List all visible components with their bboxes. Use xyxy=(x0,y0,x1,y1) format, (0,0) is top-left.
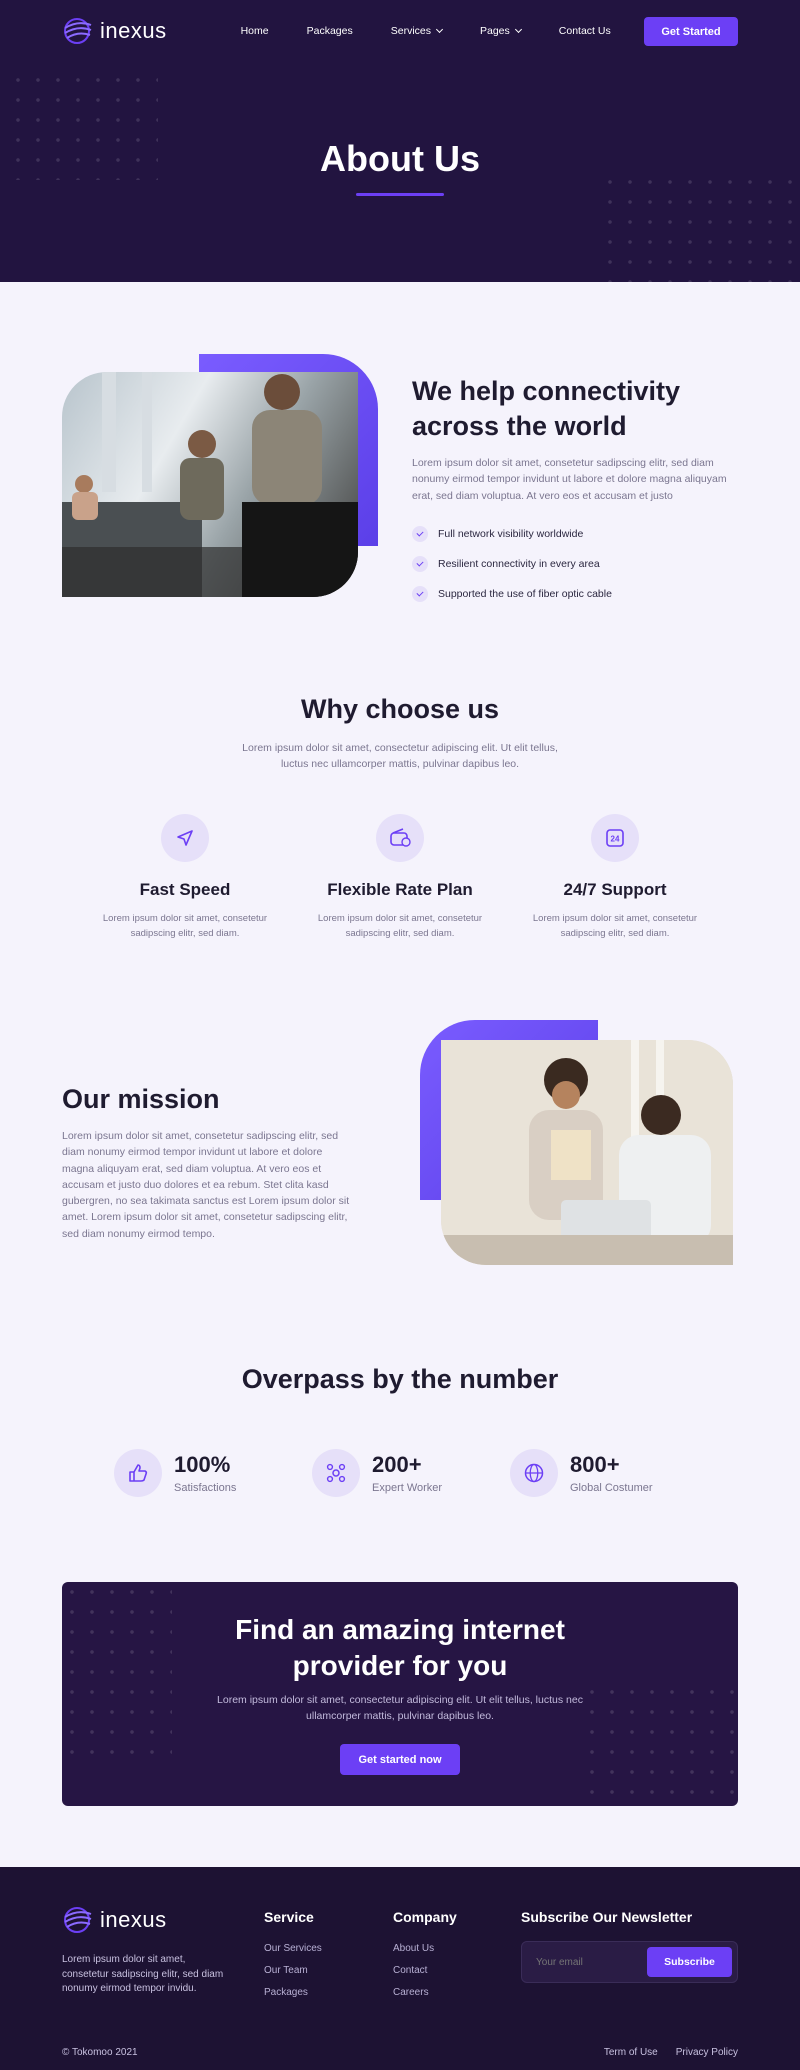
feature-card-support: 24 24/7 Support Lorem ipsum dolor sit am… xyxy=(520,814,710,941)
title-underline xyxy=(356,193,444,196)
copyright: © Tokomoo 2021 xyxy=(62,2047,138,2058)
get-started-button[interactable]: Get Started xyxy=(644,17,738,46)
stat-text: 200+ Expert Worker xyxy=(372,1452,442,1494)
feature-title: 24/7 Support xyxy=(563,880,667,899)
nav-packages[interactable]: Packages xyxy=(307,25,353,37)
footer-link[interactable]: Packages xyxy=(264,1987,322,1998)
newsletter-form: Subscribe xyxy=(521,1941,738,1983)
couple-illustration xyxy=(441,1040,733,1265)
stat-value: 100% xyxy=(174,1452,231,1477)
footer-col-title: Service xyxy=(264,1909,314,1925)
nav-menu: Home Packages Services Pages Contact Us xyxy=(241,25,649,37)
page-title: About Us xyxy=(320,138,480,179)
privacy-policy-link[interactable]: Privacy Policy xyxy=(676,2047,738,2058)
globe-logo-icon xyxy=(64,1907,92,1933)
cta-banner: Find an amazing internet provider for yo… xyxy=(62,1582,738,1806)
check-label: Resilient connectivity in every area xyxy=(438,558,600,570)
check-icon xyxy=(412,556,428,572)
check-item: Resilient connectivity in every area xyxy=(412,556,612,572)
stat-workers: 200+ Expert Worker xyxy=(312,1449,442,1497)
footer: inexus Lorem ipsum dolor sit amet, conse… xyxy=(0,1867,800,2070)
check-label: Full network visibility worldwide xyxy=(438,528,584,540)
office-illustration xyxy=(62,372,358,597)
nav-pages[interactable]: Pages xyxy=(480,25,521,37)
check-icon xyxy=(412,526,428,542)
stat-value: 200+ xyxy=(372,1452,422,1477)
footer-link[interactable]: Careers xyxy=(393,1987,457,1998)
dot-pattern xyxy=(600,172,800,282)
check-item: Supported the use of fiber optic cable xyxy=(412,586,612,602)
connect-title: We help connectivity across the world xyxy=(412,376,681,441)
dot-pattern xyxy=(582,1682,738,1806)
newsletter-title: Subscribe Our Newsletter xyxy=(521,1909,693,1925)
nav-contact[interactable]: Contact Us xyxy=(559,25,611,37)
why-text: Lorem ipsum dolor sit amet, consectetur … xyxy=(242,742,558,771)
check-list: Full network visibility worldwide Resili… xyxy=(412,526,612,616)
stat-label: Global Costumer xyxy=(570,1482,653,1494)
feature-text: Lorem ipsum dolor sit amet, consetetur s… xyxy=(102,913,268,939)
globe-logo-icon xyxy=(64,18,92,44)
globe-icon xyxy=(510,1449,558,1497)
office-meeting-image xyxy=(62,372,358,597)
nav-services-label: Services xyxy=(390,25,431,37)
stat-value: 800+ xyxy=(570,1452,620,1477)
wallet-icon xyxy=(376,814,424,862)
footer-brand-name: inexus xyxy=(100,1907,167,1932)
couple-reading-image xyxy=(441,1040,733,1265)
brand-name: inexus xyxy=(100,18,167,43)
mission-title: Our mission xyxy=(62,1084,220,1114)
stat-text: 100% Satisfactions xyxy=(174,1452,236,1494)
footer-col-title: Company xyxy=(393,1909,457,1925)
newsletter: Subscribe Our Newsletter Subscribe xyxy=(521,1909,738,1983)
check-icon xyxy=(412,586,428,602)
footer-company-col: Company About Us Contact Careers xyxy=(393,1909,457,1998)
check-item: Full network visibility worldwide xyxy=(412,526,612,542)
email-input[interactable] xyxy=(522,1942,642,1982)
footer-link[interactable]: About Us xyxy=(393,1943,457,1954)
footer-link[interactable]: Our Team xyxy=(264,1965,322,1976)
paper-plane-icon xyxy=(161,814,209,862)
why-title: Why choose us xyxy=(300,694,500,724)
feature-card-rate: Flexible Rate Plan Lorem ipsum dolor sit… xyxy=(305,814,495,941)
top-nav: inexus Home Packages Services Pages Cont… xyxy=(62,14,738,48)
footer-bottom-links: Term of Use Privacy Policy xyxy=(604,2047,738,2058)
connect-text: Lorem ipsum dolor sit amet, consetetur s… xyxy=(412,457,727,502)
mission-text: Lorem ipsum dolor sit amet, consetetur s… xyxy=(62,1130,350,1240)
stat-label: Satisfactions xyxy=(174,1482,237,1494)
stat-label: Expert Worker xyxy=(372,1482,443,1494)
feature-text: Lorem ipsum dolor sit amet, consetetur s… xyxy=(317,913,483,939)
get-started-now-button[interactable]: Get started now xyxy=(340,1744,460,1775)
feature-card-speed: Fast Speed Lorem ipsum dolor sit amet, c… xyxy=(90,814,280,941)
nav-home[interactable]: Home xyxy=(241,25,269,37)
support-24-icon: 24 xyxy=(591,814,639,862)
cta-text: Lorem ipsum dolor sit amet, consectetur … xyxy=(217,1694,583,1723)
cta-title: Find an amazing internet provider for yo… xyxy=(235,1614,565,1681)
nav-services[interactable]: Services xyxy=(391,25,442,37)
stat-text: 800+ Global Costumer xyxy=(570,1452,653,1494)
feature-title: Fast Speed xyxy=(139,880,231,899)
feature-text: Lorem ipsum dolor sit amet, consetetur s… xyxy=(532,913,698,939)
brand-logo[interactable]: inexus xyxy=(62,16,167,46)
nav-pages-label: Pages xyxy=(480,25,510,37)
term-of-use-link[interactable]: Term of Use xyxy=(604,2047,658,2058)
footer-service-col: Service Our Services Our Team Packages xyxy=(264,1909,322,1998)
footer-link[interactable]: Contact xyxy=(393,1965,457,1976)
stat-satisfaction: 100% Satisfactions xyxy=(114,1449,236,1497)
subscribe-button[interactable]: Subscribe xyxy=(647,1947,732,1977)
stat-customers: 800+ Global Costumer xyxy=(510,1449,653,1497)
footer-about-text: Lorem ipsum dolor sit amet, consetetur s… xyxy=(62,1954,224,1994)
check-label: Supported the use of fiber optic cable xyxy=(438,588,612,600)
dot-pattern xyxy=(62,1582,172,1762)
numbers-title: Overpass by the number xyxy=(241,1364,559,1394)
footer-brand-logo[interactable]: inexus xyxy=(62,1905,167,1935)
footer-link[interactable]: Our Services xyxy=(264,1943,322,1954)
hero-section: inexus Home Packages Services Pages Cont… xyxy=(0,0,800,282)
thumbs-up-icon xyxy=(114,1449,162,1497)
feature-title: Flexible Rate Plan xyxy=(327,880,473,899)
team-icon xyxy=(312,1449,360,1497)
svg-text:24: 24 xyxy=(611,835,620,844)
